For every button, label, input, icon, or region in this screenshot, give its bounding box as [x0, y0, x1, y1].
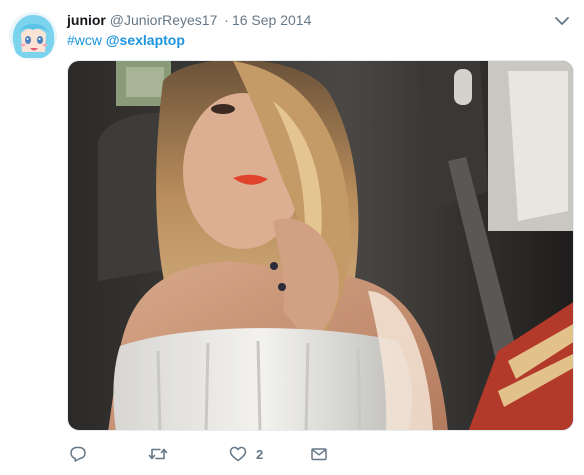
hashtag-link[interactable]: #wcw	[67, 32, 102, 48]
chevron-down-icon[interactable]	[554, 14, 570, 28]
photo-image	[68, 61, 573, 430]
like-button[interactable]: 2	[229, 444, 263, 464]
envelope-icon	[310, 445, 328, 463]
like-count: 2	[256, 446, 264, 462]
retweet-button[interactable]	[148, 444, 177, 464]
tweet-photo[interactable]	[67, 60, 574, 431]
separator: ·	[224, 12, 229, 28]
tweet: junior @JuniorReyes17 · 16 Sep 2014 #wcw …	[0, 0, 584, 475]
tweet-date[interactable]: 16 Sep 2014	[232, 12, 311, 28]
display-name[interactable]: junior	[67, 12, 106, 28]
tweet-header: junior @JuniorReyes17 · 16 Sep 2014	[67, 11, 544, 29]
avatar[interactable]	[9, 12, 57, 60]
tweet-text: #wcw @sexlaptop	[67, 31, 185, 49]
user-handle[interactable]: @JuniorReyes17	[110, 12, 218, 28]
reply-icon	[69, 445, 87, 463]
tweet-actions: 2	[0, 440, 584, 468]
mention-link[interactable]: @sexlaptop	[106, 32, 185, 48]
retweet-icon	[148, 445, 168, 463]
direct-message-button[interactable]	[310, 444, 328, 464]
heart-icon	[229, 445, 247, 463]
reply-button[interactable]	[69, 444, 96, 464]
